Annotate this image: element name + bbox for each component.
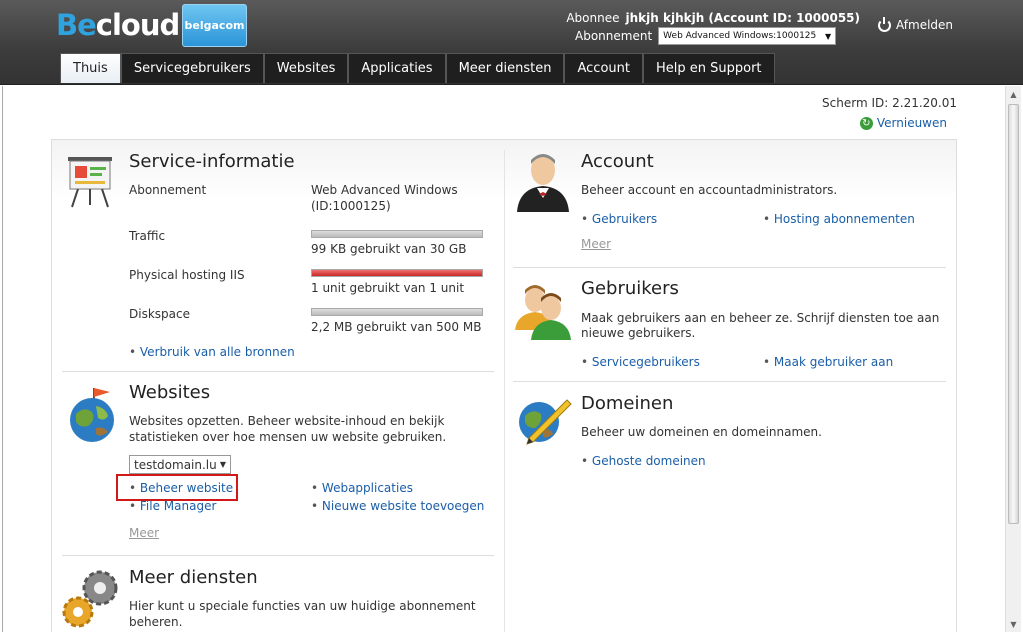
globe-flag-icon — [66, 384, 120, 444]
divider-left-2 — [62, 555, 494, 556]
gehoste-domeinen-item: Gehoste domeinen — [581, 453, 706, 469]
belgacom-logo: belgacom — [182, 4, 247, 47]
logout-label: Afmelden — [896, 18, 954, 32]
servicegebruikers-link[interactable]: Servicegebruikers — [592, 355, 700, 369]
subscriber-label: Abonnee — [566, 11, 620, 25]
meer-diensten-desc-1: Hier kunt u speciale functies van uw hui… — [129, 599, 476, 613]
users-group-icon — [513, 280, 573, 340]
hosting-abonnementen-item: Hosting abonnementen — [763, 211, 915, 227]
new-site-item: Nieuwe website toevoegen — [311, 498, 484, 514]
all-resources-link-item: Verbruik van alle bronnen — [129, 344, 295, 360]
disk-usage-bar — [311, 308, 483, 316]
servicegebruikers-item: Servicegebruikers — [581, 354, 700, 370]
websites-title: Websites — [129, 382, 211, 403]
gehoste-domeinen-link[interactable]: Gehoste domeinen — [592, 454, 706, 468]
meer-diensten-desc-2: beheren. — [129, 615, 183, 629]
refresh-label: Vernieuwen — [876, 116, 947, 130]
account-desc: Beheer account en accountadministrators. — [581, 183, 838, 197]
hosting-abonnementen-link[interactable]: Hosting abonnementen — [774, 212, 915, 226]
tab-thuis[interactable]: Thuis — [60, 53, 121, 83]
scroll-down-icon[interactable]: ▼ — [1006, 616, 1021, 632]
websites-meer-link[interactable]: Meer — [129, 526, 159, 540]
abonnement-label: Abonnement — [129, 183, 207, 197]
webapps-link[interactable]: Webapplicaties — [322, 481, 413, 495]
gears-icon — [60, 566, 124, 630]
vertical-scrollbar[interactable]: ▲ ▼ — [1005, 86, 1021, 632]
scroll-up-icon[interactable]: ▲ — [1006, 86, 1021, 102]
belgacom-label: belgacom — [184, 19, 245, 32]
chevron-down-icon: ▼ — [219, 460, 226, 469]
refresh-link[interactable]: ↻ Vernieuwen — [859, 116, 947, 130]
logo-be: Be — [56, 8, 97, 42]
subscriber-value: jhkjh kjhkjh (Account ID: 1000055) — [625, 11, 861, 25]
refresh-icon: ↻ — [859, 116, 873, 130]
file-manager-item: File Manager — [129, 498, 217, 514]
traffic-usage-bar — [311, 230, 483, 238]
logout-button[interactable]: Afmelden — [878, 16, 954, 32]
domeinen-desc: Beheer uw domeinen en domeinnamen. — [581, 425, 822, 439]
maak-gebruiker-item: Maak gebruiker aan — [763, 354, 893, 370]
iis-usage-fill — [312, 270, 482, 276]
account-info: Abonnee jhkjh kjhkjh (Account ID: 100005… — [540, 10, 860, 46]
subscription-select-value: Web Advanced Windows:1000125 — [663, 31, 817, 41]
becloud-logo[interactable]: Becloud — [56, 3, 180, 47]
maak-gebruiker-link[interactable]: Maak gebruiker aan — [774, 355, 893, 369]
column-divider — [504, 150, 505, 632]
beheer-website-item: Beheer website — [129, 480, 233, 496]
tab-meer-diensten[interactable]: Meer diensten — [445, 53, 565, 83]
divider-left-1 — [62, 371, 494, 372]
meer-diensten-title: Meer diensten — [129, 567, 258, 588]
tab-help-en-support[interactable]: Help en Support — [642, 53, 775, 83]
tab-applicaties[interactable]: Applicaties — [348, 53, 446, 83]
iis-label: Physical hosting IIS — [129, 268, 245, 282]
iis-usage-bar — [311, 269, 483, 277]
globe-pencil-icon — [513, 394, 573, 454]
logo-cloud: cloud — [95, 8, 180, 42]
scroll-thumb[interactable] — [1008, 104, 1019, 524]
gebruikers-item: Gebruikers — [581, 211, 657, 227]
domain-select-value: testdomain.lu — [134, 457, 217, 472]
tab-servicegebruikers[interactable]: Servicegebruikers — [120, 53, 264, 83]
websites-desc-1: Websites opzetten. Beheer website-inhoud… — [129, 414, 445, 428]
abonnement-value-2: (ID:1000125) — [311, 199, 391, 213]
account-person-icon — [513, 150, 573, 214]
gebruikers-desc-2: nieuwe gebruikers. — [581, 326, 696, 340]
subscription-select[interactable]: Web Advanced Windows:1000125 ▼ — [658, 27, 837, 45]
traffic-value: 99 KB gebruikt van 30 GB — [311, 242, 467, 256]
all-resources-link[interactable]: Verbruik van alle bronnen — [140, 345, 295, 359]
subscription-label: Abonnement — [575, 29, 653, 43]
domeinen-title: Domeinen — [581, 393, 674, 414]
gebruikers-link[interactable]: Gebruikers — [592, 212, 657, 226]
traffic-label: Traffic — [129, 229, 166, 243]
tab-websites[interactable]: Websites — [263, 53, 349, 83]
account-title: Account — [581, 151, 654, 172]
tab-account[interactable]: Account — [564, 53, 643, 83]
chevron-down-icon: ▼ — [825, 31, 832, 41]
disk-label: Diskspace — [129, 307, 190, 321]
webapps-item: Webapplicaties — [311, 480, 413, 496]
service-info-title: Service-informatie — [129, 151, 295, 172]
abonnement-value-1: Web Advanced Windows — [311, 183, 458, 197]
main-nav: Thuis Servicegebruikers Websites Applica… — [60, 53, 775, 83]
websites-desc-2: statistieken over hoe mensen uw website … — [129, 430, 447, 444]
beheer-website-link[interactable]: Beheer website — [140, 481, 233, 495]
top-header: Becloud belgacom Abonnee jhkjh kjhkjh (A… — [0, 0, 1023, 85]
screen-id: Scherm ID: 2.21.20.01 — [822, 96, 957, 110]
power-icon — [878, 16, 891, 32]
file-manager-link[interactable]: File Manager — [140, 499, 217, 513]
domain-select[interactable]: testdomain.lu ▼ — [129, 455, 231, 474]
presentation-board-icon — [64, 155, 116, 209]
gebruikers-title: Gebruikers — [581, 278, 679, 299]
new-site-link[interactable]: Nieuwe website toevoegen — [322, 499, 484, 513]
gebruikers-desc-1: Maak gebruikers aan en beheer ze. Schrij… — [581, 311, 940, 325]
divider-right-1 — [513, 267, 946, 268]
account-meer-link[interactable]: Meer — [581, 237, 611, 251]
divider-right-2 — [513, 381, 946, 382]
disk-value: 2,2 MB gebruikt van 500 MB — [311, 320, 482, 334]
iis-value: 1 unit gebruikt van 1 unit — [311, 281, 465, 295]
